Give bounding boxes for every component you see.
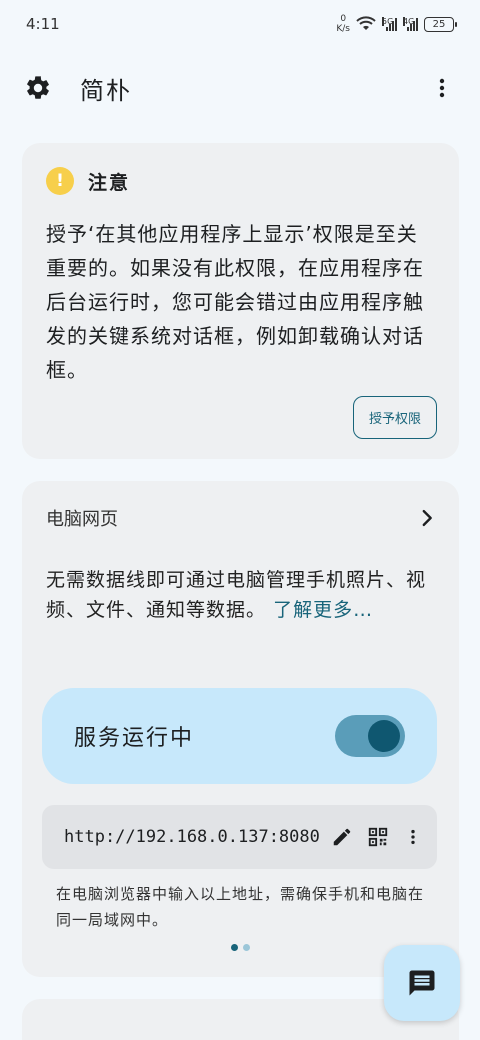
wifi-icon: [356, 16, 376, 30]
chevron-right-icon: [422, 509, 432, 527]
net-speed-unit: K/s: [336, 24, 350, 34]
web-console-card: 电脑网页 无需数据线即可通过电脑管理手机照片、视频、文件、通知等数据。 了解更多…: [22, 481, 459, 977]
web-console-title: 电脑网页: [46, 509, 118, 530]
warning-icon: !: [46, 167, 74, 195]
more-options-button[interactable]: [426, 72, 458, 104]
net-speed: 0 K/s: [336, 14, 350, 34]
sim1-label: 5G: [382, 17, 394, 26]
sim2-label: 4G: [403, 17, 415, 26]
url-actions: [331, 826, 423, 848]
app-title: 简朴: [80, 76, 132, 105]
more-vert-icon: [439, 78, 445, 98]
toggle-knob: [368, 720, 400, 752]
qr-code-icon[interactable]: [367, 826, 389, 848]
warning-body: 授予‘在其他应用程序上显示’权限是至关重要的。如果没有此权限，在应用程序在后台运…: [46, 222, 424, 382]
edit-icon[interactable]: [331, 826, 353, 848]
server-url: http://192.168.0.137:8080: [64, 827, 320, 847]
chat-icon: [409, 970, 435, 996]
service-panel: 服务运行中: [42, 688, 437, 784]
warning-title: 注意: [88, 171, 131, 194]
service-status-label: 服务运行中: [74, 726, 195, 751]
app-bar: 简朴: [0, 60, 480, 116]
status-bar: 4:11 0 K/s 5G 4G 25: [0, 0, 480, 48]
gear-icon: [27, 76, 49, 99]
learn-more-link[interactable]: 了解更多…: [273, 599, 373, 621]
status-time: 4:11: [26, 15, 60, 33]
page-dot: [243, 944, 250, 951]
web-console-header[interactable]: 电脑网页: [46, 505, 438, 531]
signal-icon-sim2: 4G: [403, 17, 418, 31]
warning-card: ! 注意 授予‘在其他应用程序上显示’权限是至关重要的。如果没有此权限，在应用程…: [22, 143, 459, 459]
battery-icon: 25: [424, 16, 457, 32]
page-dot-active: [231, 944, 238, 951]
net-speed-value: 0: [340, 14, 347, 24]
signal-icon-sim1: 5G: [382, 17, 397, 31]
url-hint: 在电脑浏览器中输入以上地址，需确保手机和电脑在同一局域网中。: [56, 885, 425, 929]
chat-fab-button[interactable]: [384, 945, 460, 1021]
web-console-description: 无需数据线即可通过电脑管理手机照片、视频、文件、通知等数据。 了解更多…: [46, 565, 438, 625]
more-vert-icon[interactable]: [403, 827, 423, 847]
url-panel: http://192.168.0.137:8080: [42, 805, 437, 869]
warning-icon-symbol: !: [56, 171, 64, 191]
battery-level: 25: [432, 18, 446, 30]
warning-header: ! 注意: [46, 167, 130, 195]
status-icons: 0 K/s 5G 4G 25: [336, 14, 457, 34]
settings-button[interactable]: [22, 72, 54, 104]
service-toggle[interactable]: [335, 715, 405, 757]
grant-permission-button[interactable]: 授予权限: [353, 396, 437, 439]
